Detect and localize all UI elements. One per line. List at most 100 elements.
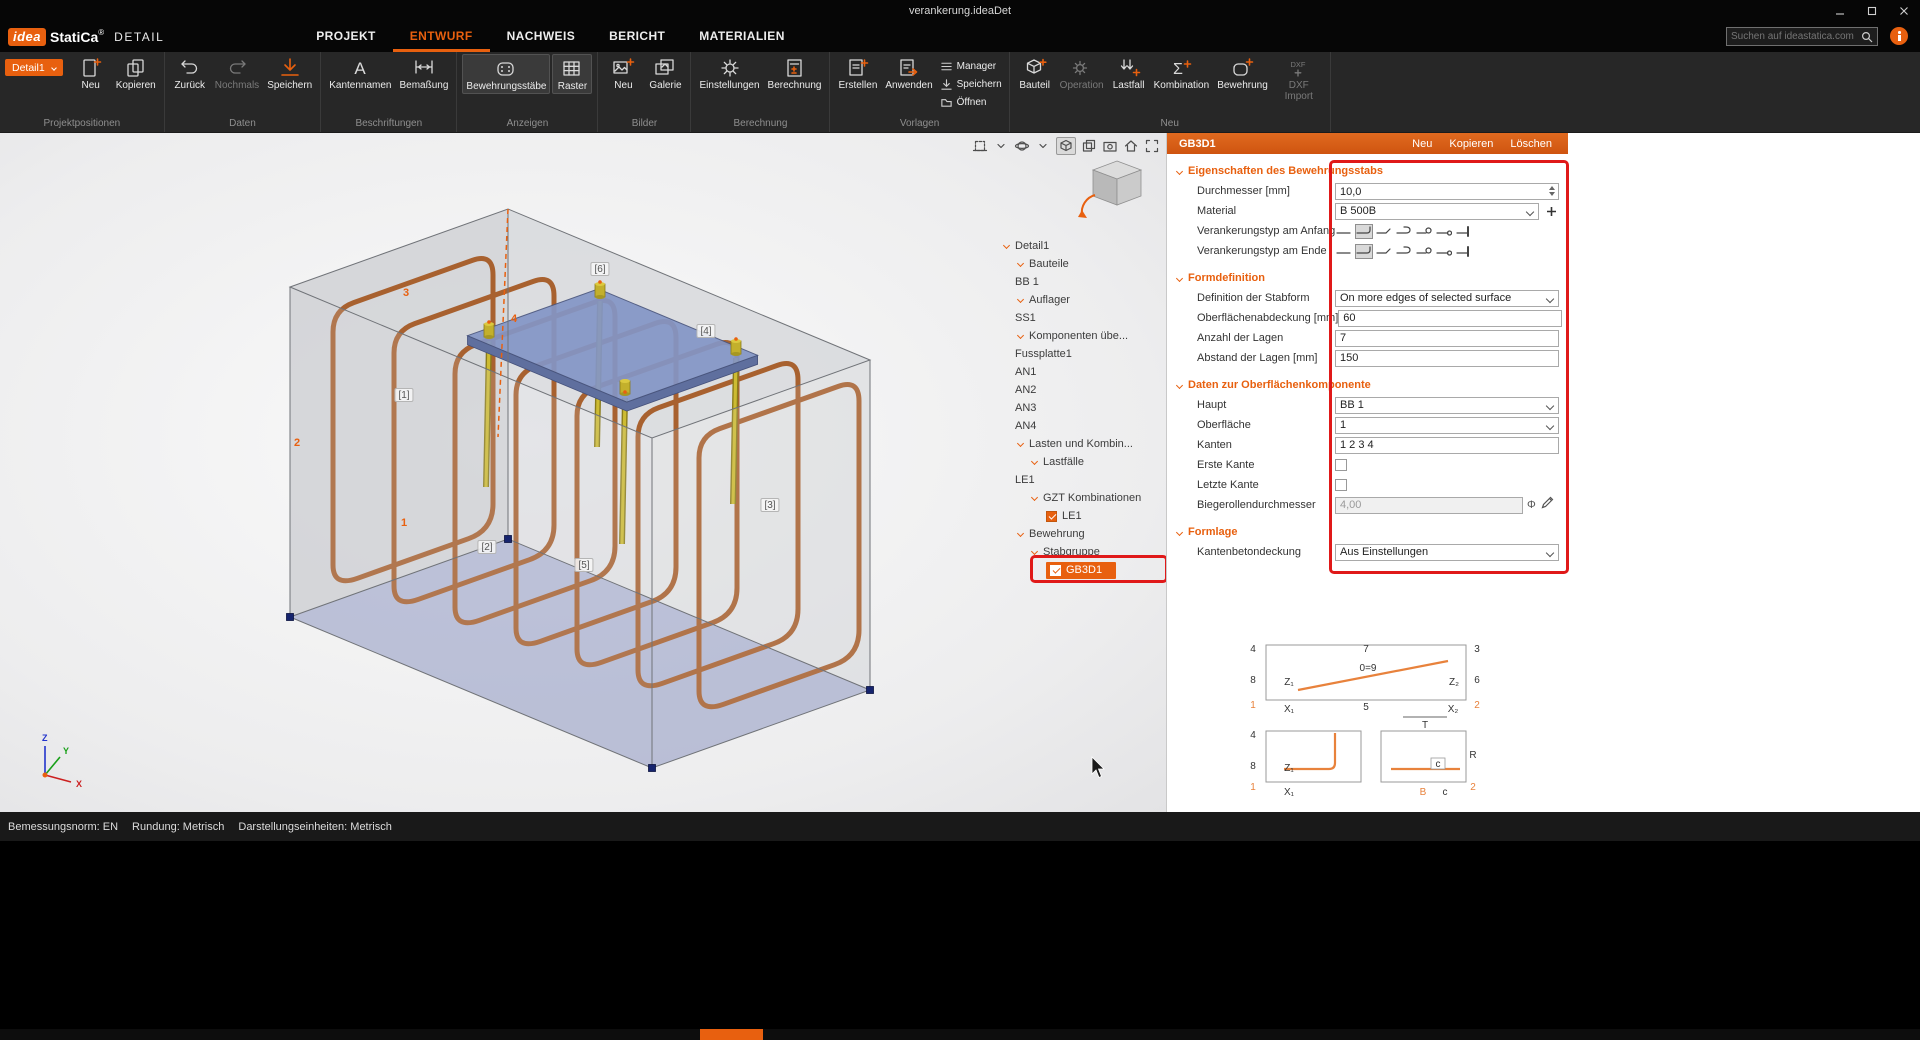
section-formdefinition[interactable]: Formdefinition (1167, 268, 1568, 288)
edit-pencil-icon[interactable] (1540, 496, 1554, 515)
oberflaeche-select[interactable]: 1 (1335, 416, 1559, 434)
template-save-button[interactable]: Speichern (938, 75, 1004, 93)
new-reinforcement-button[interactable]: Bewehrung (1214, 54, 1271, 92)
panel-copy-button[interactable]: Kopieren (1449, 138, 1493, 150)
menu-nachweis[interactable]: NACHWEIS (490, 22, 593, 52)
orbit-tool-icon[interactable] (1014, 138, 1030, 154)
tree-item-lasten[interactable]: Lasten und Kombin... (1002, 435, 1172, 453)
view-cube-toggle[interactable] (1056, 137, 1076, 155)
tree-item-le1-kombi[interactable]: LE1 (1002, 507, 1172, 525)
anchorage-straight-button[interactable] (1335, 224, 1353, 239)
lagen-input[interactable] (1335, 329, 1559, 347)
template-open-button[interactable]: Öffnen (938, 93, 1004, 111)
erste-kante-checkbox[interactable] (1335, 459, 1347, 471)
stabform-select[interactable]: On more edges of selected surface (1335, 289, 1559, 307)
menu-materialien[interactable]: MATERIALIEN (682, 22, 802, 52)
search-input[interactable] (1731, 31, 1861, 42)
settings-button[interactable]: Einstellungen (696, 54, 762, 92)
edge-names-button[interactable]: A Kantennamen (326, 54, 394, 92)
anchorage-transverse-button[interactable] (1435, 224, 1453, 239)
save-button[interactable]: Speichern (264, 54, 315, 92)
show-grid-toggle[interactable]: Raster (552, 54, 593, 94)
viewport-3d[interactable]: Z Y X [1] [2] [3] [4] [5] [6] 1 2 3 4 De… (0, 133, 1168, 812)
haupt-select[interactable]: BB 1 (1335, 396, 1559, 414)
menu-bericht[interactable]: BERICHT (592, 22, 682, 52)
tree-item-an3[interactable]: AN3 (1002, 399, 1172, 417)
anchorage-head-button[interactable] (1455, 244, 1473, 259)
tree-item-an1[interactable]: AN1 (1002, 363, 1172, 381)
anchorage-hook180-button[interactable] (1395, 244, 1413, 259)
chevron-down-icon[interactable] (1035, 138, 1051, 154)
section-eigenschaften[interactable]: Eigenschaften des Bewehrungsstabs (1167, 161, 1568, 181)
tree-item-gb3d1[interactable]: GB3D1 (1002, 561, 1172, 579)
section-formlage[interactable]: Formlage (1167, 522, 1568, 542)
tree-item-an2[interactable]: AN2 (1002, 381, 1172, 399)
add-material-button[interactable] (1543, 203, 1559, 219)
tree-item-fussplatte1[interactable]: Fussplatte1 (1002, 345, 1172, 363)
anchorage-hook90-button[interactable] (1355, 223, 1374, 239)
tree-item-detail1[interactable]: Detail1 (1002, 237, 1172, 255)
project-item-combo[interactable]: Detail1 (5, 59, 63, 76)
anchorage-hook90-button[interactable] (1355, 243, 1373, 259)
checkbox-checked-icon[interactable] (1050, 564, 1061, 576)
close-button[interactable] (1888, 0, 1920, 22)
tree-item-ss1[interactable]: SS1 (1002, 309, 1172, 327)
checkbox-checked-icon[interactable] (1046, 510, 1057, 522)
nav-cube[interactable] (1078, 160, 1143, 218)
chevron-down-icon[interactable] (993, 138, 1009, 154)
tree-item-lastfaelle[interactable]: Lastfälle (1002, 453, 1172, 471)
tree-item-bauteile[interactable]: Bauteile (1002, 255, 1172, 273)
scene-3d[interactable]: Z Y X (0, 133, 1166, 812)
selected-tree-item[interactable]: GB3D1 (1046, 561, 1117, 579)
tree-item-auflager[interactable]: Auflager (1002, 291, 1172, 309)
template-manager-button[interactable]: Manager (938, 57, 1004, 75)
section-oberflaechenkomponente[interactable]: Daten zur Oberflächenkomponente (1167, 375, 1568, 395)
abstand-input[interactable] (1335, 349, 1559, 367)
anchorage-straight-button[interactable] (1335, 244, 1353, 259)
anchorage-transverse-button[interactable] (1435, 244, 1453, 259)
home-view-icon[interactable] (1123, 138, 1139, 154)
panel-new-button[interactable]: Neu (1412, 138, 1432, 150)
tree-item-bb1[interactable]: BB 1 (1002, 273, 1172, 291)
info-icon[interactable] (1890, 27, 1908, 45)
tree-item-an4[interactable]: AN4 (1002, 417, 1172, 435)
undo-button[interactable]: Zurück (170, 54, 210, 92)
section-tool-icon[interactable] (972, 138, 988, 154)
anchorage-loop-button[interactable] (1415, 224, 1433, 239)
spinner-up-icon[interactable] (1549, 185, 1555, 190)
copy-position-button[interactable]: Kopieren (113, 54, 159, 92)
new-combination-button[interactable]: Σ Kombination (1151, 54, 1213, 92)
create-template-button[interactable]: Erstellen (835, 54, 880, 92)
anchorage-loop-button[interactable] (1415, 244, 1433, 259)
copy-view-icon[interactable] (1081, 138, 1097, 154)
material-select[interactable]: B 500B (1335, 202, 1539, 220)
new-image-button[interactable]: Neu (603, 54, 643, 92)
new-position-button[interactable]: Neu (71, 54, 111, 92)
anchorage-head-button[interactable] (1455, 224, 1473, 239)
tree-item-bewehrung[interactable]: Bewehrung (1002, 525, 1172, 543)
search-box[interactable] (1726, 27, 1878, 46)
fullscreen-icon[interactable] (1144, 138, 1160, 154)
dimension-button[interactable]: Bemaßung (397, 54, 452, 92)
tree-item-gzt-kombinationen[interactable]: GZT Kombinationen (1002, 489, 1172, 507)
letzte-kante-checkbox[interactable] (1335, 479, 1347, 491)
anchorage-bend-button[interactable] (1375, 244, 1393, 259)
anchorage-hook180-button[interactable] (1395, 224, 1413, 239)
abdeckung-input[interactable] (1338, 309, 1563, 327)
maximize-button[interactable] (1856, 0, 1888, 22)
new-member-button[interactable]: Bauteil (1015, 54, 1055, 92)
calculation-button[interactable]: Berechnung (765, 54, 825, 92)
menu-projekt[interactable]: PROJEKT (299, 22, 392, 52)
tree-item-le1[interactable]: LE1 (1002, 471, 1172, 489)
panel-delete-button[interactable]: Löschen (1510, 138, 1552, 150)
durchmesser-input[interactable] (1335, 183, 1559, 201)
screenshot-icon[interactable] (1102, 138, 1118, 154)
kanten-input[interactable] (1335, 436, 1559, 454)
minimize-button[interactable] (1824, 0, 1856, 22)
menu-entwurf[interactable]: ENTWURF (392, 22, 490, 52)
anchorage-bend-button[interactable] (1375, 224, 1393, 239)
gallery-button[interactable]: Galerie (645, 54, 685, 92)
new-loadcase-button[interactable]: Lastfall (1109, 54, 1149, 92)
show-rebar-toggle[interactable]: Bewehrungsstäbe (462, 54, 551, 94)
tree-item-stabgruppe[interactable]: Stabgruppe (1002, 543, 1172, 561)
